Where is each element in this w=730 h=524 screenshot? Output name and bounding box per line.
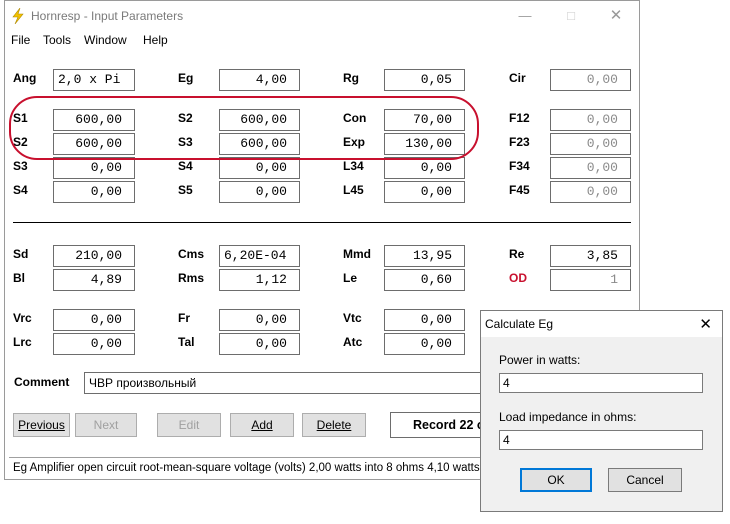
comment-field[interactable]: ЧВР произвольный [84, 372, 504, 394]
label-cir: Cir [509, 71, 526, 85]
load-input[interactable]: 4 [499, 430, 703, 450]
next-label: Next [93, 418, 119, 432]
field-le[interactable]: 0,60 [384, 269, 465, 291]
field-re[interactable]: 3,85 [550, 245, 631, 267]
label-f34: F34 [509, 159, 530, 173]
add-button[interactable]: Add [230, 413, 294, 437]
label-s4-b: S4 [178, 159, 193, 173]
label-eg: Eg [178, 71, 194, 85]
label-vrc: Vrc [13, 311, 32, 325]
label-cms: Cms [178, 247, 205, 261]
label-re: Re [509, 247, 525, 261]
dialog-title: Calculate Eg [485, 317, 554, 331]
field-cms[interactable]: 6,20E-04 [219, 245, 300, 267]
load-label: Load impedance in ohms: [499, 410, 637, 424]
edit-button[interactable]: Edit [157, 413, 221, 437]
label-comment: Comment [14, 375, 70, 389]
field-s3[interactable]: 0,00 [53, 157, 135, 179]
label-f12: F12 [509, 111, 530, 125]
label-rg: Rg [343, 71, 359, 85]
label-ang: Ang [13, 71, 37, 85]
dialog-close-icon[interactable]: ✕ [699, 315, 712, 333]
field-tal[interactable]: 0,00 [219, 333, 300, 355]
field-cir[interactable]: 0,00 [550, 69, 631, 91]
delete-label: Delete [316, 418, 352, 432]
menu-file[interactable]: File [11, 33, 30, 47]
label-sd: Sd [13, 247, 29, 261]
field-vtc[interactable]: 0,00 [384, 309, 465, 331]
status-text: Eg Amplifier open circuit root-mean-squa… [13, 462, 543, 474]
dialog-title-bar: Calculate Eg ✕ [481, 311, 722, 337]
field-mmd[interactable]: 13,95 [384, 245, 465, 267]
previous-label: Previous [18, 418, 65, 432]
field-rg[interactable]: 0,05 [384, 69, 465, 91]
field-atc[interactable]: 0,00 [384, 333, 465, 355]
label-f23: F23 [509, 135, 530, 149]
field-eg[interactable]: 4,00 [219, 69, 300, 91]
field-f45[interactable]: 0,00 [550, 181, 631, 203]
field-s4[interactable]: 0,00 [53, 181, 135, 203]
field-bl[interactable]: 4,89 [53, 269, 135, 291]
label-mmd: Mmd [343, 247, 371, 261]
field-rms[interactable]: 1,12 [219, 269, 300, 291]
previous-button[interactable]: Previous [13, 413, 70, 437]
field-f12[interactable]: 0,00 [550, 109, 631, 131]
label-lrc: Lrc [13, 335, 32, 349]
field-fr[interactable]: 0,00 [219, 309, 300, 331]
label-l34: L34 [343, 159, 364, 173]
field-s4-b[interactable]: 0,00 [219, 157, 300, 179]
label-le: Le [343, 271, 358, 285]
cancel-button[interactable]: Cancel [608, 468, 682, 492]
ok-button[interactable]: OK [520, 468, 592, 492]
maximize-icon[interactable]: □ [563, 8, 579, 24]
edit-label: Edit [178, 418, 200, 432]
menu-window[interactable]: Window [84, 33, 127, 47]
label-bl: Bl [13, 271, 25, 285]
label-rms: Rms [178, 271, 205, 285]
title-bar: Hornresp - Input Parameters — □ ✕ [5, 1, 639, 31]
label-vtc: Vtc [343, 311, 362, 325]
field-vrc[interactable]: 0,00 [53, 309, 135, 331]
label-f45: F45 [509, 183, 530, 197]
label-tal: Tal [178, 335, 195, 349]
label-l45: L45 [343, 183, 364, 197]
field-ang[interactable]: 2,0 x Pi [53, 69, 135, 91]
delete-button[interactable]: Delete [302, 413, 366, 437]
menu-bar: File Tools Window Help [5, 31, 639, 51]
label-s5: S5 [178, 183, 193, 197]
minimize-icon[interactable]: — [517, 8, 533, 24]
field-s5[interactable]: 0,00 [219, 181, 300, 203]
separator-line [13, 222, 631, 223]
label-atc: Atc [343, 335, 363, 349]
menu-help[interactable]: Help [143, 33, 168, 47]
field-lrc[interactable]: 0,00 [53, 333, 135, 355]
field-f23[interactable]: 0,00 [550, 133, 631, 155]
next-button[interactable]: Next [75, 413, 137, 437]
label-s4: S4 [13, 183, 28, 197]
field-f34[interactable]: 0,00 [550, 157, 631, 179]
field-l34[interactable]: 0,00 [384, 157, 465, 179]
power-label: Power in watts: [499, 353, 581, 367]
power-input[interactable]: 4 [499, 373, 703, 393]
label-s3: S3 [13, 159, 28, 173]
window-title: Hornresp - Input Parameters [31, 9, 184, 23]
label-od: OD [509, 271, 527, 285]
field-sd[interactable]: 210,00 [53, 245, 135, 267]
add-label: Add [251, 418, 273, 432]
field-l45[interactable]: 0,00 [384, 181, 465, 203]
record-indicator: Record 22 of [390, 412, 490, 438]
calculate-eg-dialog: Calculate Eg ✕ Power in watts: 4 Load im… [480, 310, 723, 512]
menu-tools[interactable]: Tools [43, 33, 71, 47]
highlight-ring [9, 96, 479, 160]
lightning-icon [12, 8, 24, 24]
close-icon[interactable]: ✕ [608, 8, 624, 24]
label-fr: Fr [178, 311, 190, 325]
field-od[interactable]: 1 [550, 269, 631, 291]
